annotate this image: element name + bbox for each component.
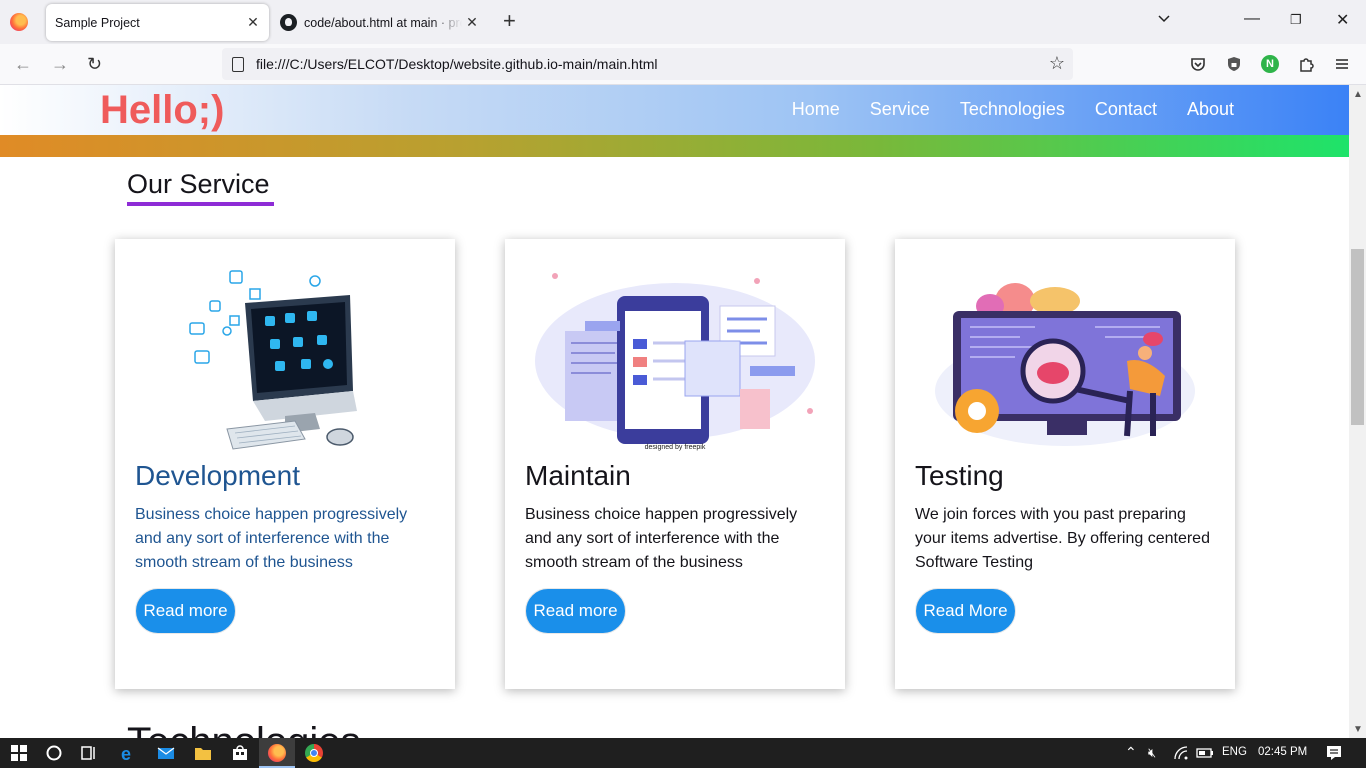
list-all-tabs-icon[interactable] [1158,12,1170,24]
card-description: Business choice happen progressively and… [135,506,408,571]
new-tab-button[interactable]: + [503,10,516,32]
page-scrollbar[interactable]: ▲ ▼ [1349,85,1366,738]
minimize-button[interactable]: — [1244,10,1260,28]
task-view-icon[interactable] [80,744,98,762]
language-indicator[interactable]: ENG [1222,746,1247,758]
browser-tab-strip: Sample Project ✕ code/about.html at main… [0,0,1366,44]
card-title: Development [135,460,300,491]
card-description: Business choice happen progressively and… [525,506,798,571]
site-header: Hello;) Home Service Technologies Contac… [0,85,1349,135]
wifi-icon[interactable] [1173,745,1189,761]
section-title: Our Service [127,169,274,206]
service-card-development: Development Business choice happen progr… [115,239,455,689]
read-more-button[interactable]: Read more [135,588,236,634]
nav-technologies[interactable]: Technologies [960,99,1065,120]
extensions-puzzle-icon[interactable] [1297,55,1315,73]
close-window-button[interactable]: ✕ [1336,10,1349,30]
pocket-icon[interactable] [1189,55,1207,73]
scrollbar-thumb[interactable] [1351,249,1364,425]
reload-icon[interactable]: ↻ [87,54,102,75]
site-nav: Home Service Technologies Contact About [792,99,1234,120]
freepik-credit: designed by freepik [645,444,706,451]
show-hidden-icons-chevron[interactable]: ⌃ [1125,744,1137,761]
development-illustration [189,270,357,450]
page-viewport: Hello;) Home Service Technologies Contac… [0,85,1349,738]
page-icon [232,56,244,72]
volume-muted-icon[interactable]: 🔇︎ [1148,745,1156,761]
restore-button[interactable]: ❐ [1290,12,1302,28]
section-title-underline [127,202,274,206]
edge-icon[interactable]: e [119,744,137,762]
scroll-down-icon[interactable]: ▼ [1353,724,1363,735]
close-tab-icon[interactable]: ✕ [462,14,482,31]
search-icon[interactable] [45,744,63,762]
testing-illustration [935,283,1195,446]
shield-icon[interactable] [1225,55,1243,73]
card-title: Testing [915,460,1004,491]
windows-start-icon[interactable] [10,744,28,762]
forward-arrow-icon[interactable]: → [51,54,69,75]
browser-nav-bar: ← → ↻ file:///C:/Users/ELCOT/Desktop/web… [0,44,1366,85]
mail-icon[interactable] [157,744,175,762]
clock[interactable]: 02:45 PM [1258,746,1307,758]
chrome-icon[interactable] [305,744,323,762]
url-text[interactable]: file:///C:/Users/ELCOT/Desktop/website.g… [256,56,657,72]
bookmark-star-icon[interactable]: ☆ [1049,53,1065,74]
read-more-button[interactable]: Read More [915,588,1016,634]
store-icon[interactable] [231,744,249,762]
nav-about[interactable]: About [1187,99,1234,120]
svg-text:e: e [121,744,131,762]
close-tab-icon[interactable]: ✕ [243,14,263,31]
card-title: Maintain [525,460,631,491]
nav-home[interactable]: Home [792,99,840,120]
tab-sample-project[interactable]: Sample Project ✕ [46,4,269,41]
service-card-maintain: designed by freepik Maintain Business ch… [505,239,845,689]
scroll-up-icon[interactable]: ▲ [1353,89,1363,100]
read-more-button[interactable]: Read more [525,588,626,634]
github-icon [280,14,297,31]
extension-n-icon[interactable]: N [1261,55,1279,73]
notifications-icon[interactable] [1325,744,1343,762]
gradient-band [0,135,1349,157]
nav-contact[interactable]: Contact [1095,99,1157,120]
firefox-icon[interactable] [10,13,28,31]
address-bar[interactable]: file:///C:/Users/ELCOT/Desktop/website.g… [222,48,1073,80]
nav-service[interactable]: Service [870,99,930,120]
tab-label: Sample Project [55,15,140,30]
back-arrow-icon[interactable]: ← [14,54,32,75]
section-title-text: Our Service [127,169,270,199]
windows-taskbar: e ⌃ 🔇︎ ENG 02:45 PM [0,738,1366,768]
site-logo[interactable]: Hello;) [100,88,224,133]
firefox-icon [268,744,286,762]
battery-icon[interactable] [1196,746,1214,760]
tab-github-about[interactable]: code/about.html at main · premkumar ✕ [274,4,488,41]
technologies-section-title: Technologies [127,720,361,738]
menu-hamburger-icon[interactable] [1333,55,1351,73]
file-explorer-icon[interactable] [194,744,212,762]
maintain-illustration: designed by freepik [535,273,815,451]
service-card-testing: Testing We join forces with you past pre… [895,239,1235,689]
card-description: We join forces with you past preparing y… [915,506,1210,571]
firefox-taskbar-active[interactable] [259,738,295,768]
tab-label: code/about.html at main · premkumar [304,15,462,30]
